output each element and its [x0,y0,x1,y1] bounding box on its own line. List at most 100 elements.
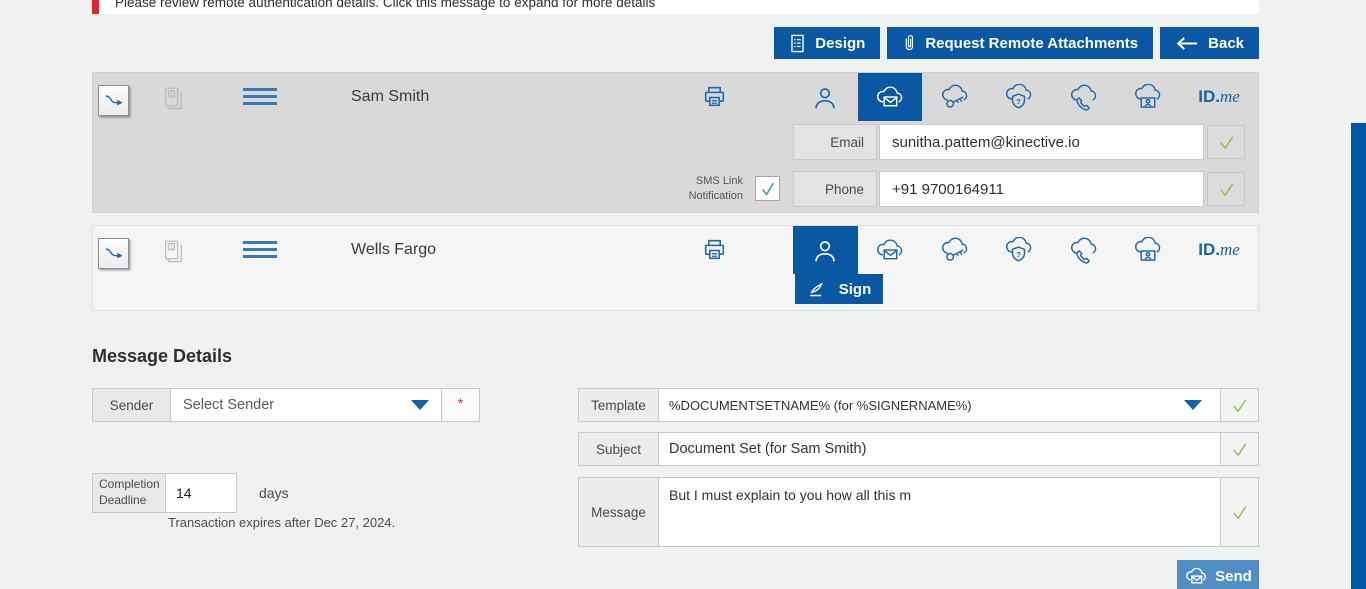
top-action-bar: Design Request Remote Attachments Back [92,27,1259,59]
signer-row: 1 Wells Fargo [93,226,1258,274]
svg-text:?: ? [1016,249,1021,258]
reorder-menu-icon[interactable] [243,241,277,263]
template-select-dropdown[interactable]: %DOCUMENTSETNAME% (for %SIGNERNAME%) [659,389,1220,421]
subject-label: Subject [579,433,659,465]
svg-text:1: 1 [170,244,174,251]
auth-access-code-icon[interactable] [922,73,987,121]
print-icon[interactable] [701,236,728,263]
auth-inperson-icon[interactable] [793,226,858,274]
sender-field-row: Sender Select Sender * [92,388,480,422]
subject-input[interactable] [659,433,1220,465]
sms-link-notification-checkbox[interactable] [755,176,780,201]
print-icon[interactable] [701,83,728,110]
document-count-icon[interactable]: 1 [161,235,185,264]
send-cloud-mail-icon [1184,566,1208,587]
auth-idme-logo[interactable]: ID.me [1180,73,1258,121]
sender-select-value: Select Sender [183,397,274,413]
request-remote-attachments-button[interactable]: Request Remote Attachments [887,27,1153,59]
signer-row: 1 Sam Smith [93,73,1258,121]
send-button-label: Send [1215,568,1252,585]
paperclip-icon [902,31,916,55]
template-select-value: %DOCUMENTSETNAME% (for %SIGNERNAME%) [669,398,972,413]
auth-idme-logo[interactable]: ID.me [1180,226,1258,274]
template-label: Template [579,389,659,421]
signer-card-sam-smith: 1 Sam Smith [92,72,1259,213]
completion-deadline-input[interactable] [165,473,237,513]
auth-remote-email-icon[interactable] [858,226,923,274]
back-arrow-icon [1175,36,1199,51]
completion-deadline-row: Completion Deadline days [92,473,289,513]
checkmark-icon [1217,133,1236,152]
design-button-label: Design [815,35,865,52]
document-count-icon[interactable]: 1 [161,82,185,111]
checkmark-icon [1217,180,1236,199]
email-row: Email [93,124,1258,160]
auth-access-code-icon[interactable] [922,226,987,274]
page: Please review remote authentication deta… [0,0,1366,589]
back-button[interactable]: Back [1160,27,1259,59]
phone-row: SMS Link Notification Phone [93,171,1258,207]
checkmark-icon [1230,503,1249,522]
auth-method-toolbar: ? I [793,73,1258,121]
phone-input[interactable] [879,171,1204,207]
email-valid-check [1207,125,1245,159]
svg-text:?: ? [1016,96,1021,105]
message-details-title: Message Details [92,346,232,367]
idme-logo-bold: ID. [1198,87,1220,107]
sender-select-dropdown[interactable]: Select Sender [171,389,441,421]
auth-phone-icon[interactable] [1051,226,1116,274]
auth-phone-icon[interactable] [1051,73,1116,121]
alert-accent-bar [92,0,99,14]
design-button[interactable]: Design [774,27,880,59]
reorder-menu-icon[interactable] [243,88,277,110]
message-field-row: Message But I must explain to you how al… [578,477,1259,547]
auth-video-id-icon[interactable] [1116,73,1181,121]
sign-button-label: Sign [839,281,872,298]
phone-valid-check [1207,172,1245,206]
template-field-row: Template %DOCUMENTSETNAME% (for %SIGNERN… [578,388,1259,422]
auth-video-id-icon[interactable] [1116,226,1181,274]
email-label: Email [793,124,877,160]
quill-pen-icon [807,280,831,299]
message-valid-check [1220,478,1258,546]
alert-banner[interactable]: Please review remote authentication deta… [92,0,1259,14]
svg-text:1: 1 [170,91,174,98]
sender-required-marker: * [441,389,479,421]
auth-method-toolbar: ? I [793,226,1258,274]
request-remote-attachments-label: Request Remote Attachments [925,35,1138,52]
sms-link-notification-label: SMS Link Notification [668,174,743,204]
deadline-unit-label: days [259,485,289,501]
sender-label: Sender [93,389,171,421]
checkmark-icon [1230,396,1249,415]
merge-order-button[interactable] [98,85,129,116]
auth-inperson-icon[interactable] [793,73,858,121]
phone-label: Phone [793,171,877,207]
merge-order-button[interactable] [98,238,129,269]
signer-name: Wells Fargo [351,226,436,274]
auth-remote-email-icon[interactable] [858,73,923,121]
idme-logo-bold: ID. [1198,240,1220,260]
chevron-down-icon [411,400,429,410]
checkmark-icon [1230,440,1249,459]
email-input[interactable] [879,124,1204,160]
chevron-down-icon [1184,400,1202,410]
message-textarea[interactable]: But I must explain to you how all this m [659,478,1220,546]
transaction-expiry-note: Transaction expires after Dec 27, 2024. [168,515,395,530]
completion-deadline-label: Completion Deadline [92,473,166,513]
signer-card-wells-fargo: 1 Wells Fargo [92,225,1259,311]
back-button-label: Back [1208,35,1244,52]
sign-button[interactable]: Sign [795,274,883,304]
auth-security-question-icon[interactable]: ? [987,226,1052,274]
idme-logo-italic: me [1220,240,1240,260]
send-button[interactable]: Send [1177,560,1259,589]
checkbox-check-icon [759,180,777,198]
idme-logo-italic: me [1220,87,1240,107]
signer-name: Sam Smith [351,73,429,121]
template-valid-check [1220,389,1258,421]
auth-security-question-icon[interactable]: ? [987,73,1052,121]
subject-field-row: Subject [578,432,1259,466]
scrollbar-track[interactable] [1351,123,1366,589]
subject-valid-check [1220,433,1258,465]
message-label: Message [579,478,659,546]
design-document-icon [789,33,806,54]
